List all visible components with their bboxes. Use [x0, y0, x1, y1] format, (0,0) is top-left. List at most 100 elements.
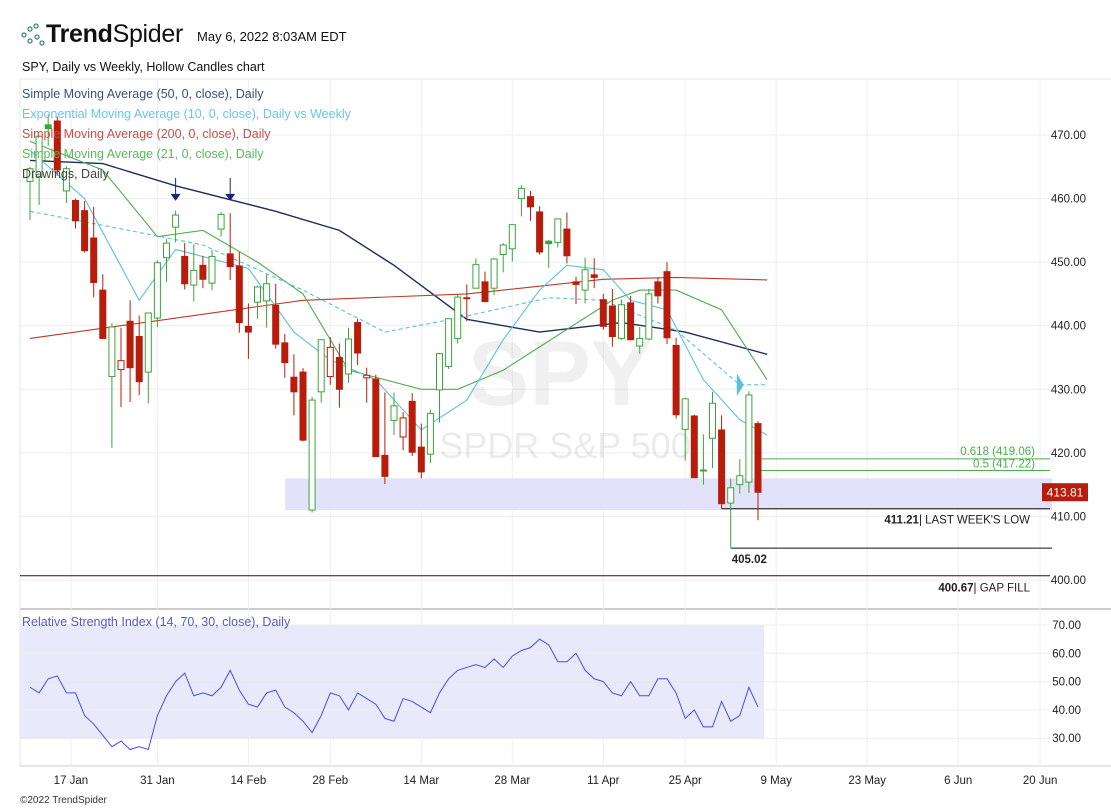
candle-body[interactable] [272, 304, 280, 345]
legend-sma50[interactable]: Simple Moving Average (50, 0, close), Da… [22, 87, 264, 101]
candle-body[interactable] [363, 374, 371, 379]
candle-body[interactable] [281, 342, 289, 364]
candle-body[interactable] [681, 398, 689, 430]
support-zone[interactable] [285, 478, 1052, 511]
brand-logo: TrendSpider [46, 20, 183, 49]
price-chart[interactable]: 17 Jan 31 Jan 14 Feb 28 Feb 14 Mar 28 Mar 11 A… [0, 0, 1111, 812]
legend-ema10[interactable]: Exponential Moving Average (10, 0, close… [22, 107, 351, 121]
candle-body[interactable] [181, 255, 189, 285]
candle-body[interactable] [709, 402, 716, 439]
candle-body[interactable] [117, 360, 125, 371]
candle-body[interactable] [536, 211, 544, 253]
candle-body[interactable] [745, 394, 753, 483]
candle-body[interactable] [72, 199, 79, 222]
candle-body[interactable] [718, 429, 726, 505]
candle-body[interactable] [263, 283, 271, 302]
candle-body[interactable] [190, 269, 198, 286]
candle-body[interactable] [618, 304, 625, 339]
candle-body[interactable] [663, 271, 671, 339]
x-tick-label: 11 Apr [587, 775, 620, 787]
candle-body[interactable] [299, 371, 307, 441]
candle-body[interactable] [554, 218, 562, 243]
candle-body[interactable] [290, 376, 298, 393]
candle-body[interactable] [417, 446, 425, 473]
candle-body[interactable] [627, 302, 635, 341]
candle-body[interactable] [545, 240, 553, 245]
candle-body[interactable] [81, 210, 89, 252]
rsi-label[interactable]: Relative Strength Index (14, 70, 30, clo… [22, 615, 290, 629]
candle-body[interactable] [208, 255, 216, 284]
candle-body[interactable] [226, 253, 234, 268]
candle-body[interactable] [235, 265, 243, 324]
candle-body[interactable] [172, 214, 180, 228]
candle-body[interactable] [636, 337, 644, 347]
x-tick-label: 14 Feb [230, 775, 266, 787]
down-arrow-icon [225, 193, 236, 201]
candle-body[interactable] [599, 299, 607, 327]
chart-page: 17 Jan 31 Jan 14 Feb 28 Feb 14 Mar 28 Mar 11 A… [0, 0, 1111, 812]
candle-body[interactable] [490, 258, 498, 289]
candle-body[interactable] [335, 356, 343, 390]
candle-body[interactable] [408, 400, 416, 453]
candle-body[interactable] [244, 325, 252, 333]
candle-body[interactable] [727, 487, 735, 504]
candle-body[interactable] [108, 326, 116, 378]
candle-body[interactable] [608, 305, 616, 338]
candle-body[interactable] [654, 281, 662, 297]
candle-body[interactable] [135, 336, 143, 383]
y-tick-label: 430.00 [1051, 384, 1086, 396]
candle-body[interactable] [508, 224, 516, 250]
candle-body[interactable] [199, 264, 207, 280]
candle-body[interactable] [481, 281, 489, 303]
candle-body[interactable] [153, 262, 161, 319]
candle-body[interactable] [736, 475, 744, 486]
candle-body[interactable] [645, 293, 653, 340]
candle-body[interactable] [354, 322, 362, 354]
fib-05-label: 0.5 (417.22) [973, 459, 1035, 471]
legend-sma200[interactable]: Simple Moving Average (200, 0, close), D… [22, 127, 271, 141]
candle-body[interactable] [672, 344, 680, 416]
y-tick-label: 440.00 [1051, 321, 1086, 333]
candle-body[interactable] [499, 244, 507, 256]
candle-body[interactable] [463, 297, 471, 300]
candle-body[interactable] [445, 318, 453, 367]
candle-body[interactable] [317, 339, 325, 393]
candle-body[interactable] [254, 286, 261, 303]
candle-body[interactable] [581, 269, 589, 291]
watermark-name: SPDR S&P 500 [439, 425, 690, 466]
legend-drawings[interactable]: Drawings, Daily [22, 167, 109, 181]
candle-body[interactable] [372, 378, 380, 458]
candle-body[interactable] [517, 187, 525, 200]
candle-body[interactable] [454, 296, 462, 339]
candle-body[interactable] [381, 454, 389, 477]
legend-sma21[interactable]: Simple Moving Average (21, 0, close), Da… [22, 147, 264, 161]
candle-body[interactable] [326, 346, 334, 378]
candle-body[interactable] [144, 312, 152, 373]
candle-body[interactable] [690, 415, 698, 479]
candle-body[interactable] [345, 338, 352, 375]
candle-body[interactable] [163, 242, 170, 259]
candle-body[interactable] [308, 399, 316, 511]
rsi-tick-label: 60.00 [1052, 648, 1081, 660]
candle-body[interactable] [754, 423, 762, 493]
x-tick-label: 9 May [761, 775, 793, 787]
candle-body[interactable] [563, 228, 571, 257]
candle-body[interactable] [472, 264, 480, 289]
candle-body[interactable] [572, 281, 580, 285]
candle-body[interactable] [126, 320, 134, 369]
candle-body[interactable] [217, 213, 225, 230]
candle-body[interactable] [399, 417, 407, 438]
candle-body[interactable] [99, 289, 107, 339]
gap-fill-label: 400.67| GAP FILL [938, 583, 1030, 595]
candle-body[interactable] [699, 469, 707, 472]
trendspider-logo-icon [21, 22, 45, 46]
candle-body[interactable] [436, 353, 443, 391]
candle-body[interactable] [390, 405, 398, 421]
rsi-tick-label: 50.00 [1052, 677, 1081, 689]
y-tick-label: 410.00 [1051, 511, 1086, 523]
candle-body[interactable] [426, 412, 434, 455]
candle-body[interactable] [590, 274, 598, 278]
candle-body[interactable] [527, 196, 534, 208]
rsi-tick-label: 70.00 [1052, 620, 1081, 632]
candle-body[interactable] [90, 237, 98, 283]
